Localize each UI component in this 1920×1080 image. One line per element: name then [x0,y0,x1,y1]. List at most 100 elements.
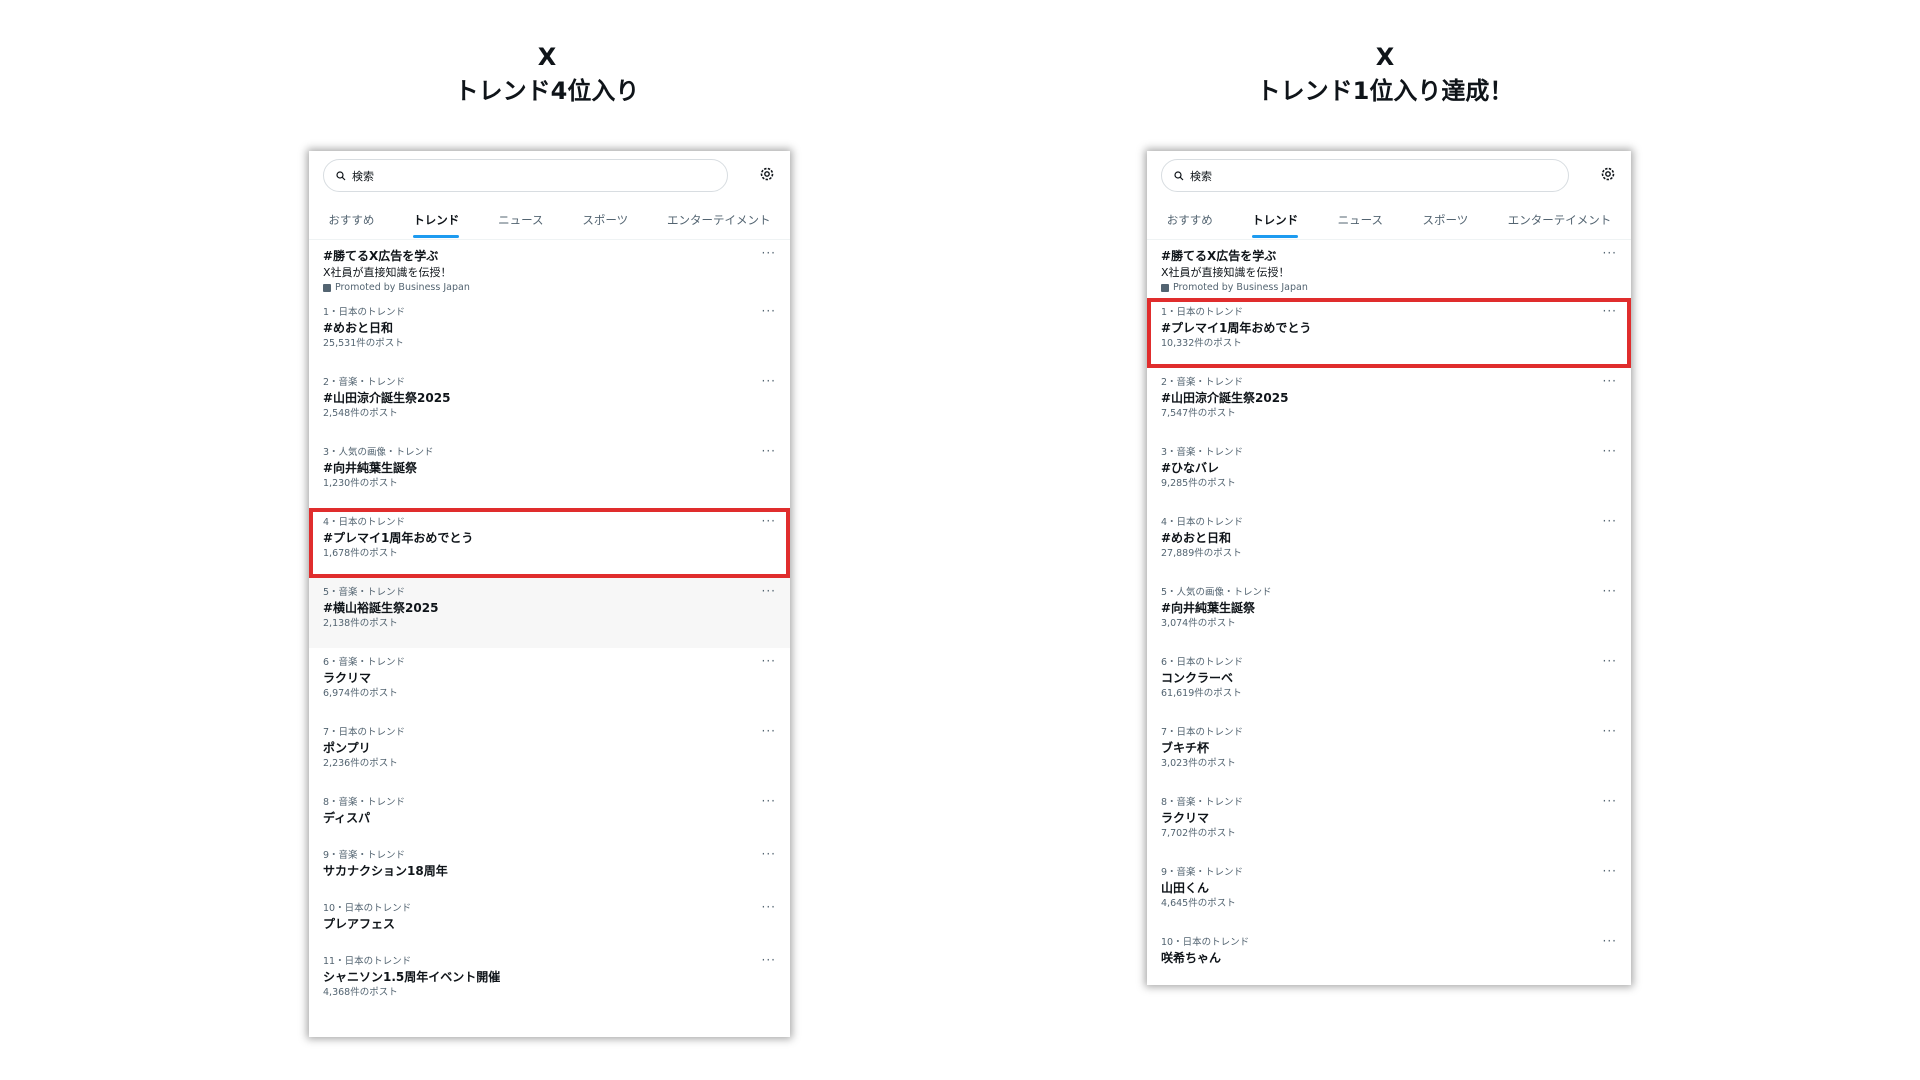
trend-item[interactable]: 6・日本のトレンド コンクラーベ 61,619件のポスト ··· [1147,648,1631,718]
search-placeholder: 検索 [352,169,374,183]
trend-category: 2・音楽・トレンド [323,377,406,388]
tab-bar: おすすめ トレンド ニュース スポーツ エンターテイメント [309,201,790,240]
more-icon[interactable]: ··· [1603,654,1617,668]
right-title-line2: トレンド1位入り達成！ [1256,77,1514,105]
trend-item[interactable]: 7・日本のトレンド ポンプリ 2,236件のポスト ··· [309,718,790,788]
trend-post-count: 3,074件のポスト [1161,618,1236,629]
more-icon[interactable]: ··· [1603,246,1617,260]
tab-item[interactable]: スポーツ [582,202,628,238]
trend-item[interactable]: 8・音楽・トレンド ディスパ ··· [309,788,790,841]
trend-name: #勝てるX広告を学ぶ [323,249,439,263]
trend-name: #山田涼介誕生祭2025 [323,391,451,405]
trend-item[interactable]: 10・日本のトレンド 咲希ちゃん ··· [1147,928,1631,985]
more-icon[interactable]: ··· [762,794,776,808]
promoted-icon [1161,284,1169,292]
more-icon[interactable]: ··· [1603,444,1617,458]
promoted-trend-item[interactable]: #勝てるX広告を学ぶ X社員が直接知識を伝授！ Promoted by Busine… [309,240,790,298]
trend-post-count: 7,702件のポスト [1161,828,1236,839]
trend-post-count: 2,236件のポスト [323,758,398,769]
trend-name: #プレマイ1周年おめでとう [323,531,474,545]
more-icon[interactable]: ··· [1603,724,1617,738]
left-screenshot: 検索 おすすめ トレンド ニュース スポーツ エンターテイメント #勝てるX広告を学ぶ X… [309,151,790,1037]
trend-category: 3・音楽・トレンド [1161,447,1244,458]
tab-item[interactable]: スポーツ [1423,202,1469,238]
more-icon[interactable]: ··· [762,374,776,388]
more-icon[interactable]: ··· [762,654,776,668]
more-icon[interactable]: ··· [1603,304,1617,318]
more-icon[interactable]: ··· [762,444,776,458]
more-icon[interactable]: ··· [1603,864,1617,878]
trend-category: 11・日本のトレンド [323,956,412,967]
tab-item[interactable]: ニュース [1338,202,1383,238]
gear-icon[interactable] [758,165,776,183]
more-icon[interactable]: ··· [762,514,776,528]
trend-name: #向井純葉生誕祭 [1161,601,1256,615]
more-icon[interactable]: ··· [762,900,776,914]
right-title-line1: X [1375,43,1395,71]
more-icon[interactable]: ··· [1603,934,1617,948]
right-panel-title: X トレンド1位入り達成！ [1085,40,1685,108]
trend-item[interactable]: 3・音楽・トレンド #ひなバレ 9,285件のポスト ··· [1147,438,1631,508]
trend-category: 6・日本のトレンド [1161,657,1244,668]
trend-item[interactable]: 2・音楽・トレンド #山田涼介誕生祭2025 7,547件のポスト ··· [1147,368,1631,438]
search-input[interactable]: 検索 [1161,159,1569,192]
search-icon [1174,170,1184,180]
trend-category: 6・音楽・トレンド [323,657,406,668]
trend-item[interactable]: 6・音楽・トレンド ラクリマ 6,974件のポスト ··· [309,648,790,718]
trend-item[interactable]: 4・日本のトレンド #プレマイ1周年おめでとう 1,678件のポスト ··· [309,508,790,578]
trend-name: #めおと日和 [1161,531,1232,545]
gear-icon[interactable] [1599,165,1617,183]
more-icon[interactable]: ··· [762,584,776,598]
trend-item[interactable]: 11・日本のトレンド シャニソン1.5周年イベント開催 4,368件のポスト ··· [309,947,790,1017]
tab-item[interactable]: おすすめ [328,202,374,238]
trend-name: ラクリマ [323,671,372,685]
search-placeholder: 検索 [1190,169,1212,183]
trend-item[interactable]: 1・日本のトレンド #めおと日和 25,531件のポスト ··· [309,298,790,368]
more-icon[interactable]: ··· [762,953,776,967]
more-icon[interactable]: ··· [1603,584,1617,598]
trend-name: ポンプリ [323,741,371,755]
promoted-trend-item[interactable]: #勝てるX広告を学ぶ X社員が直接知識を伝授！ Promoted by Busine… [1147,240,1631,298]
trend-category: 8・音楽・トレンド [1161,797,1244,808]
trend-name: #勝てるX広告を学ぶ [1161,249,1277,263]
promoted-text: Promoted by Business Japan [1173,282,1308,293]
trend-name: ラクリマ [1161,811,1210,825]
more-icon[interactable]: ··· [762,246,776,260]
trend-name: #向井純葉生誕祭 [323,461,418,475]
tab-item[interactable]: ニュース [498,202,543,238]
tab-bar: おすすめ トレンド ニュース スポーツ エンターテイメント [1147,201,1631,240]
trend-list: #勝てるX広告を学ぶ X社員が直接知識を伝授！ Promoted by Busine… [309,240,790,1017]
tab-item[interactable]: トレンド [413,202,460,238]
trend-item[interactable]: 9・音楽・トレンド 山田くん 4,645件のポスト ··· [1147,858,1631,928]
more-icon[interactable]: ··· [762,724,776,738]
trend-name: シャニソン1.5周年イベント開催 [323,970,501,984]
trend-item[interactable]: 8・音楽・トレンド ラクリマ 7,702件のポスト ··· [1147,788,1631,858]
trend-item[interactable]: 3・人気の画像・トレンド #向井純葉生誕祭 1,230件のポスト ··· [309,438,790,508]
trend-item[interactable]: 7・日本のトレンド ブキチ杯 3,023件のポスト ··· [1147,718,1631,788]
more-icon[interactable]: ··· [1603,374,1617,388]
tab-item[interactable]: エンターテイメント [1508,202,1612,238]
trend-item[interactable]: 5・人気の画像・トレンド #向井純葉生誕祭 3,074件のポスト ··· [1147,578,1631,648]
trend-item[interactable]: 2・音楽・トレンド #山田涼介誕生祭2025 2,548件のポスト ··· [309,368,790,438]
tab-item[interactable]: トレンド [1252,202,1299,238]
trend-name: サカナクション18周年 [323,864,448,878]
search-input[interactable]: 検索 [323,159,728,192]
trend-post-count: 10,332件のポスト [1161,338,1242,349]
tab-item[interactable]: エンターテイメント [667,202,771,238]
more-icon[interactable]: ··· [762,847,776,861]
trend-category: 7・日本のトレンド [323,727,406,738]
tab-item[interactable]: おすすめ [1167,202,1213,238]
more-icon[interactable]: ··· [1603,514,1617,528]
trend-item[interactable]: 4・日本のトレンド #めおと日和 27,889件のポスト ··· [1147,508,1631,578]
more-icon[interactable]: ··· [762,304,776,318]
left-title-line1: X [537,43,557,71]
trend-name: #プレマイ1周年おめでとう [1161,321,1312,335]
trend-post-count: 7,547件のポスト [1161,408,1236,419]
trend-item[interactable]: 10・日本のトレンド プレアフェス ··· [309,894,790,947]
more-icon[interactable]: ··· [1603,794,1617,808]
trend-item[interactable]: 5・音楽・トレンド #横山裕誕生祭2025 2,138件のポスト ··· [309,578,790,648]
promoted-icon [323,284,331,292]
trend-item[interactable]: 1・日本のトレンド #プレマイ1周年おめでとう 10,332件のポスト ··· [1147,298,1631,368]
trend-name: コンクラーベ [1161,671,1234,685]
trend-item[interactable]: 9・音楽・トレンド サカナクション18周年 ··· [309,841,790,894]
